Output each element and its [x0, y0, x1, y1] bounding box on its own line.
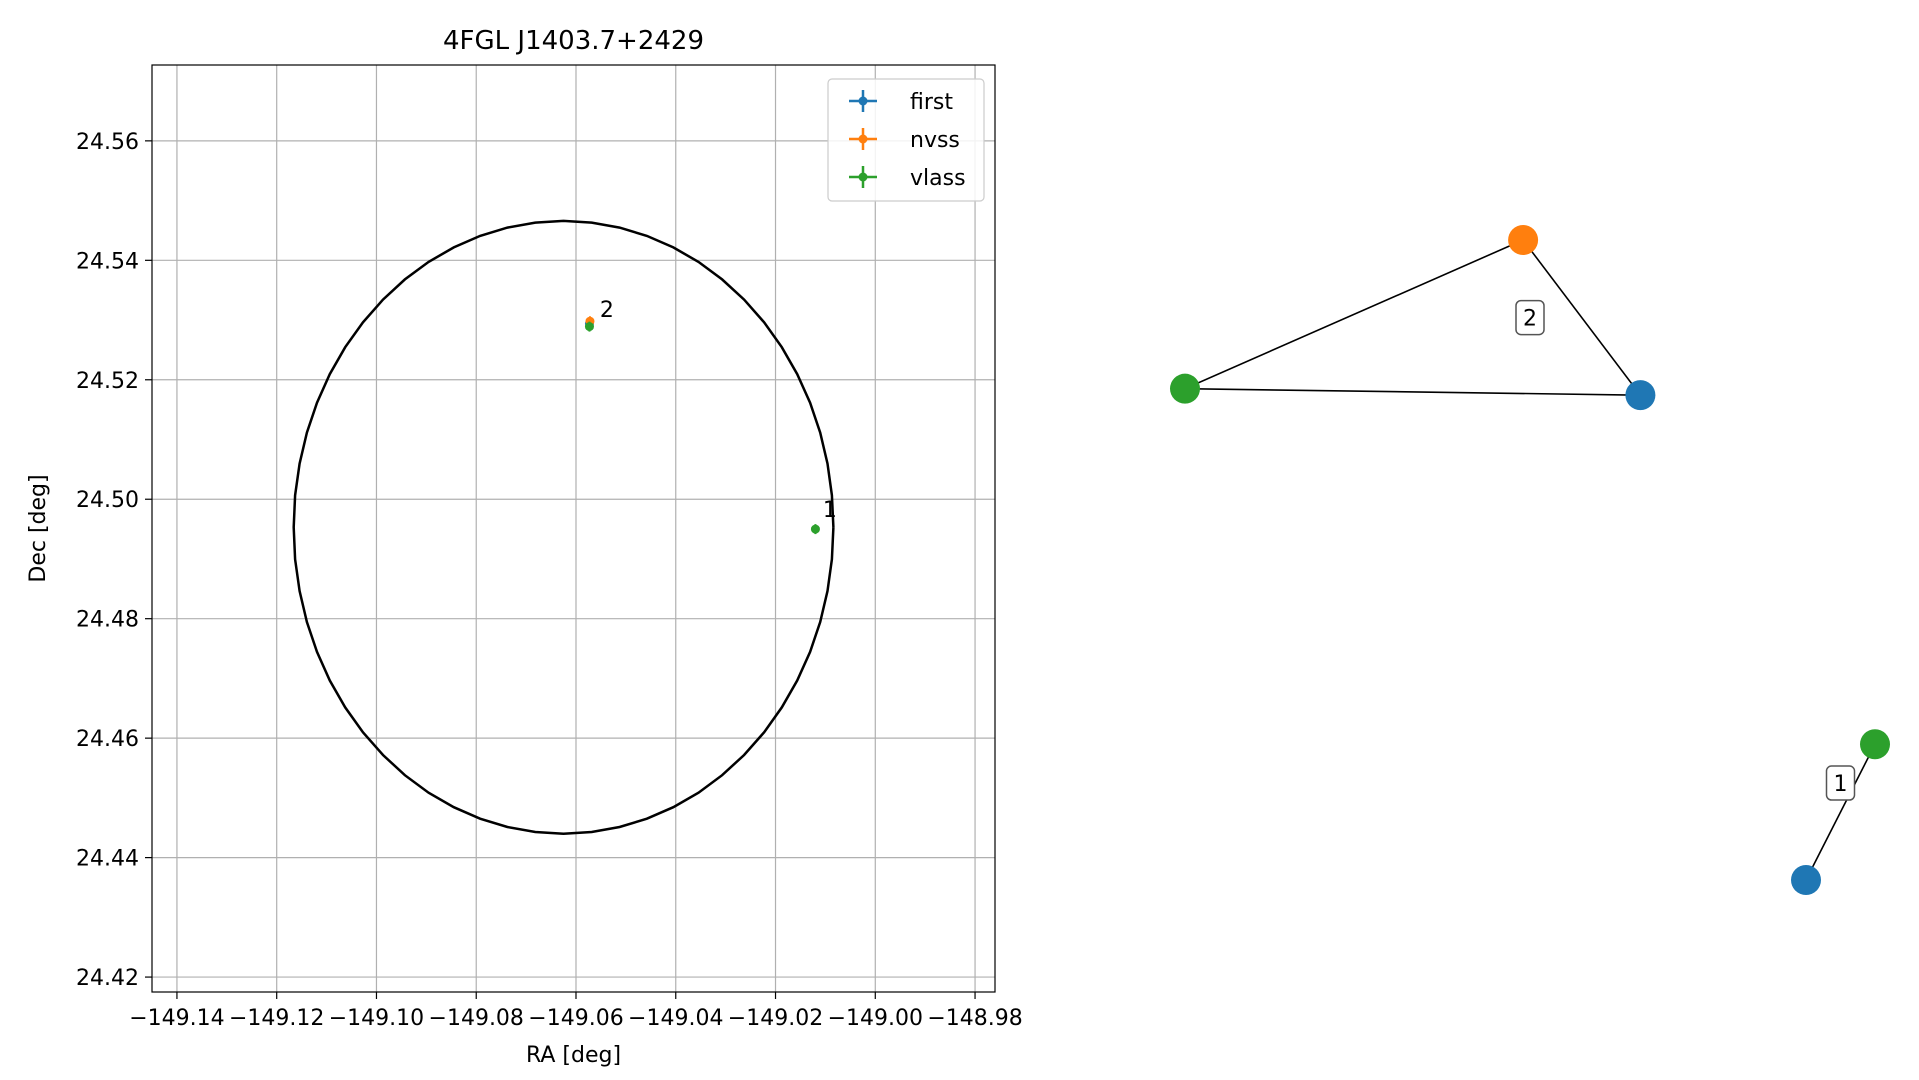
y-axis-ticks: 24.42 24.44 24.46 24.48 24.50 24.52 24.54 24.56 [76, 130, 152, 991]
x-tick-label: −149.06 [528, 1006, 623, 1031]
point-annotation: 2 [600, 298, 614, 323]
legend-label-first: first [910, 90, 953, 115]
figure: 21 −149.14 −149.12 −149.10 −149.08 −149.06 −1… [26, 26, 1890, 1068]
y-tick-label: 24.56 [76, 130, 139, 155]
sky-position-plot: 21 −149.14 −149.12 −149.10 −149.08 −149.06 −1… [26, 26, 1023, 1068]
y-tick-label: 24.42 [76, 966, 139, 991]
x-tick-label: −149.12 [229, 1006, 324, 1031]
graph-edge [1805, 743, 1876, 881]
y-tick-label: 24.46 [76, 727, 139, 752]
legend-marker-first [858, 96, 868, 106]
axes-frame [151, 64, 996, 993]
graph-node-vlass [1860, 729, 1890, 760]
x-axis-ticks: −149.14 −149.12 −149.10 −149.08 −149.06 −149.… [129, 992, 1023, 1031]
graph-edge [1184, 387, 1641, 396]
data-point-vlass [584, 322, 594, 332]
graph-node-nvss [1508, 225, 1539, 255]
point-annotation: 1 [823, 498, 837, 523]
x-tick-label: −149.14 [129, 1006, 224, 1031]
source-points-layer [584, 316, 820, 535]
data-point-vlass [810, 524, 820, 534]
error-ellipse [292, 219, 835, 835]
legend-marker-nvss [858, 134, 868, 144]
x-tick-label: −149.10 [329, 1006, 424, 1031]
annotations-layer: 21 [600, 298, 837, 523]
y-tick-label: 24.52 [76, 369, 139, 394]
y-tick-label: 24.44 [76, 847, 139, 872]
graph-node-vlass [1170, 373, 1200, 404]
graph-node-first [1625, 380, 1656, 411]
chart-title: 4FGL J1403.7+2429 [443, 26, 704, 56]
y-tick-label: 24.48 [76, 608, 139, 633]
y-tick-label: 24.50 [76, 488, 139, 513]
graph-node-first [1791, 865, 1821, 895]
association-graph: 21 [1170, 225, 1890, 895]
legend-label-vlass: vlass [910, 166, 966, 191]
x-tick-label: −149.04 [628, 1006, 723, 1031]
y-axis-label: Dec [deg] [26, 474, 51, 582]
legend-label-nvss: nvss [910, 128, 960, 153]
legend: first nvss vlass [827, 78, 985, 202]
error-ellipse-layer [292, 219, 835, 835]
legend-marker-vlass [858, 172, 868, 182]
x-tick-label: −148.98 [927, 1006, 1022, 1031]
x-tick-label: −149.08 [429, 1006, 524, 1031]
graph-edge [1184, 239, 1524, 390]
x-axis-label: RA [deg] [526, 1043, 621, 1068]
y-tick-label: 24.54 [76, 249, 139, 274]
edge-label: 1 [1834, 772, 1848, 797]
edge-label: 2 [1523, 307, 1537, 332]
x-tick-label: −149.02 [728, 1006, 823, 1031]
grid-lines [152, 65, 995, 992]
x-tick-label: −149.00 [828, 1006, 923, 1031]
